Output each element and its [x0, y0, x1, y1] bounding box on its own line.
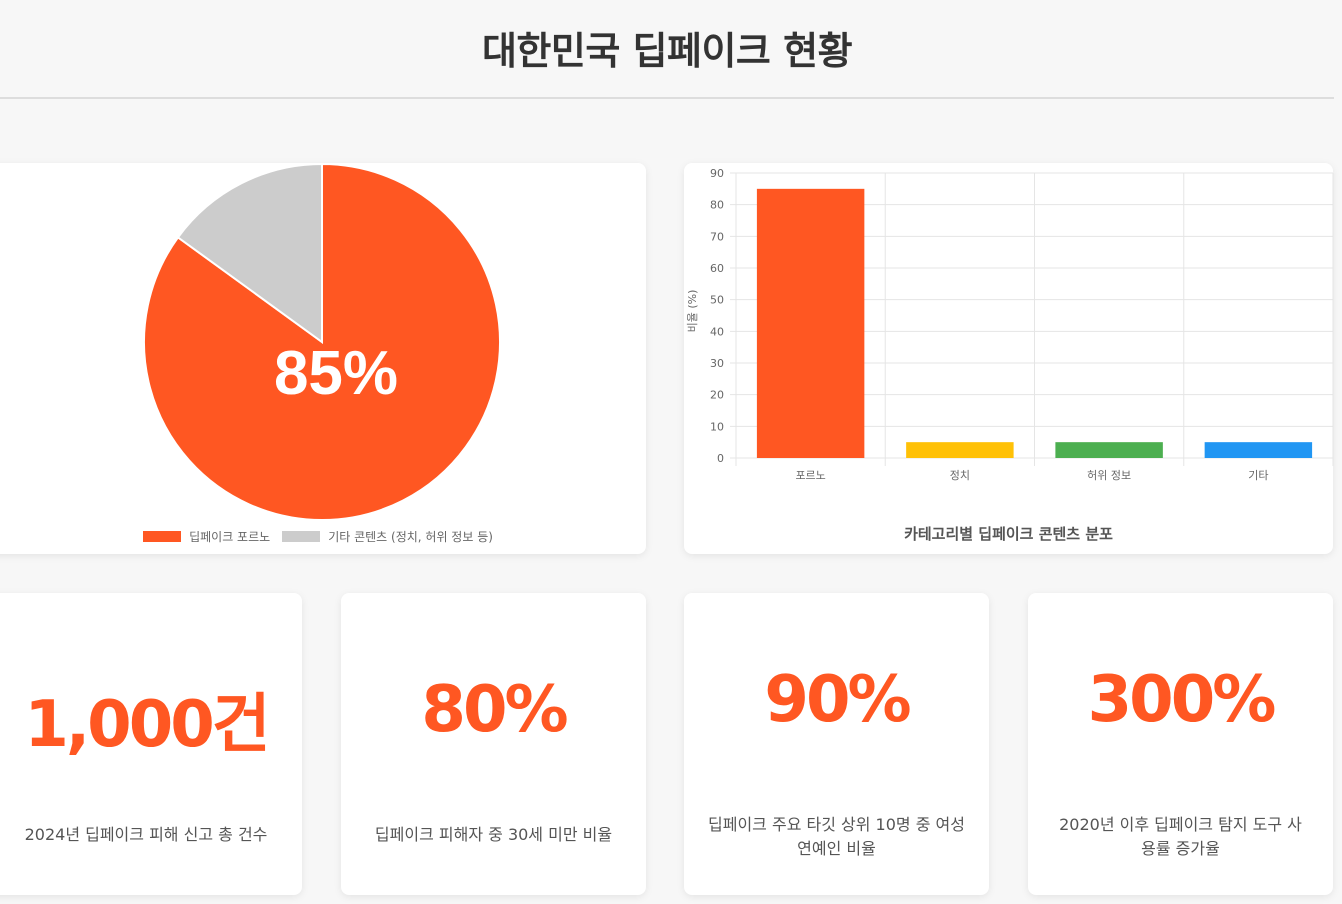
y-tick-label-6: 60	[710, 262, 724, 275]
page-title: 대한민국 딥페이크 현황	[481, 29, 853, 73]
pie-center-label: 85%	[274, 339, 398, 408]
x-tick-label-0: 포르노	[795, 469, 825, 482]
stat-card-detection-growth: 300% 2020년 이후 딥페이크 탐지 도구 사용률 증가율	[1028, 593, 1333, 895]
legend-item-porn[interactable]: 딥페이크 포르노	[143, 528, 270, 545]
legend-label-other: 기타 콘텐츠 (정치, 허위 정보 등)	[328, 530, 493, 544]
y-tick-label-7: 70	[710, 230, 724, 243]
stat-desc-under30: 딥페이크 피해자 중 30세 미만 비율	[374, 825, 613, 844]
y-tick-label-8: 80	[710, 199, 724, 212]
y-axis-label: 비율 (%)	[686, 290, 699, 333]
y-tick-label-5: 50	[710, 294, 724, 307]
stat-value-under30: 80%	[421, 673, 568, 747]
legend-item-other[interactable]: 기타 콘텐츠 (정치, 허위 정보 등)	[282, 528, 493, 545]
stat-value-detection-growth: 300%	[1087, 663, 1277, 737]
y-tick-label-3: 30	[710, 357, 724, 370]
stat-desc-female-celebs: 딥페이크 주요 타깃 상위 10명 중 여성 연예인 비율	[708, 815, 965, 858]
y-tick-label-9: 90	[710, 167, 724, 180]
x-tick-label-1: 정치	[950, 469, 970, 482]
bar-chart: 0 10 20 30 40 50 60 70 80 90 포르노 정치 허위 정보 기타 비율 (%)	[686, 167, 1334, 482]
bar-chart-caption: 카테고리별 딥페이크 콘텐츠 분포	[904, 525, 1113, 543]
page-header: 대한민국 딥페이크 현황	[0, 0, 1334, 99]
y-tick-label-0: 0	[717, 452, 724, 465]
y-tick-label-2: 20	[710, 389, 724, 402]
legend-swatch-other	[282, 531, 321, 542]
x-tick-label-3: 기타	[1248, 469, 1268, 482]
legend-label-porn: 딥페이크 포르노	[189, 530, 271, 544]
stat-desc-detection-growth: 2020년 이후 딥페이크 탐지 도구 사용률 증가율	[1059, 815, 1302, 858]
stat-card-female-celebs: 90% 딥페이크 주요 타깃 상위 10명 중 여성 연예인 비율	[684, 593, 989, 895]
pie-chart: 85%	[143, 162, 501, 521]
stat-card-reports: 1,000건 2024년 딥페이크 피해 신고 총 건수	[0, 593, 302, 895]
bar-2[interactable]	[1055, 442, 1163, 458]
legend-swatch-porn	[143, 531, 182, 542]
y-tick-label-4: 40	[710, 325, 724, 338]
pie-chart-card: 85% 딥페이크 포르노 기타 콘텐츠 (정치, 허위 정보 등)	[0, 162, 646, 554]
stat-value-female-celebs: 90%	[764, 663, 911, 737]
stat-desc-reports: 2024년 딥페이크 피해 신고 총 건수	[24, 825, 268, 844]
bar-3[interactable]	[1204, 442, 1313, 458]
bar-1[interactable]	[906, 442, 1014, 458]
pie-legend: 딥페이크 포르노 기타 콘텐츠 (정치, 허위 정보 등)	[0, 528, 646, 545]
stat-card-under30: 80% 딥페이크 피해자 중 30세 미만 비율	[341, 593, 646, 895]
bar-0[interactable]	[756, 188, 865, 459]
y-tick-label-1: 10	[710, 420, 724, 433]
stat-value-reports: 1,000건	[24, 688, 270, 762]
x-tick-label-2: 허위 정보	[1087, 469, 1131, 482]
bar-chart-card: 0 10 20 30 40 50 60 70 80 90 포르노 정치 허위 정보 기타 비율 (%) …	[684, 163, 1334, 554]
